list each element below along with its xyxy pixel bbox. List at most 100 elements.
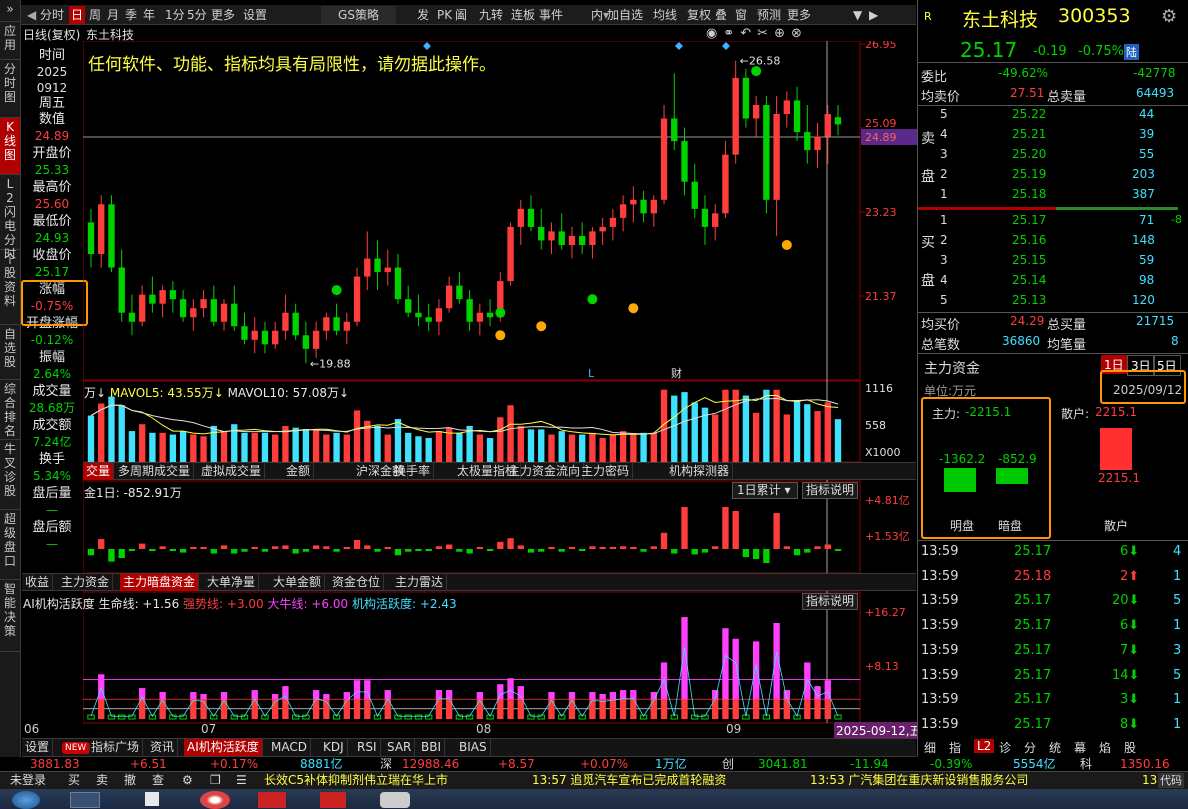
menu-icon[interactable]: ☰ xyxy=(236,772,247,789)
toolbar-item[interactable]: 5分 xyxy=(185,6,209,24)
indicator-tab[interactable]: 资讯 xyxy=(147,739,179,756)
indicator-tab[interactable]: 主力资金 xyxy=(58,574,114,591)
status-item[interactable]: 卖 xyxy=(96,772,108,789)
toolbar-item[interactable]: 叠 xyxy=(713,6,729,24)
scissors-icon[interactable]: ✂ xyxy=(757,26,774,41)
more-icon[interactable]: ▶ xyxy=(867,6,880,24)
right-panel-tab[interactable]: 统 xyxy=(1049,739,1061,756)
left-nav-item[interactable]: L2闪电分时 xyxy=(0,175,20,261)
indicator-tab[interactable]: 金额 xyxy=(283,463,315,480)
toolbar-item[interactable]: 窗 xyxy=(733,6,749,24)
indicator-tab[interactable]: 主力资金流向 xyxy=(505,463,585,480)
ask-price[interactable]: 25.22 xyxy=(1012,107,1046,121)
left-nav-item[interactable]: 综合排名 xyxy=(0,380,20,440)
indicator-tab[interactable]: 换手率 xyxy=(391,463,435,480)
toolbar-item[interactable]: 月 xyxy=(105,6,121,24)
right-panel-tab[interactable]: 焰 xyxy=(1099,739,1111,756)
left-nav-item[interactable]: » xyxy=(0,0,20,22)
toolbar-item[interactable]: 更多 xyxy=(209,6,237,24)
toolbar-item[interactable]: 连板 xyxy=(509,6,537,24)
bid-price[interactable]: 25.16 xyxy=(1012,233,1046,247)
indicator-tab[interactable]: SAR xyxy=(384,739,416,756)
toolbar-item[interactable]: PK xyxy=(435,6,454,24)
toolbar-item[interactable]: GS策略 xyxy=(321,6,396,24)
toolbar-item[interactable]: 发 xyxy=(415,6,431,24)
indicator-tab[interactable]: 机构探测器 xyxy=(666,463,734,480)
left-nav-item[interactable]: 智能决策 xyxy=(0,580,20,652)
left-nav-item[interactable]: K线图 xyxy=(0,118,20,175)
toolbar-item[interactable]: 阖 xyxy=(453,6,469,24)
indicator-tab[interactable]: 资金仓位 xyxy=(329,574,385,591)
right-panel-tab[interactable]: L2 xyxy=(974,739,995,753)
indicator-tab[interactable]: 设置 xyxy=(22,739,54,756)
indicator-tab[interactable]: 主力暗盘资金 xyxy=(120,574,200,591)
indicator-tab[interactable]: 主力雷达 xyxy=(392,574,448,591)
indicator-tab[interactable]: MACD xyxy=(268,739,311,756)
app3-icon[interactable] xyxy=(380,792,410,808)
toolbar-item[interactable]: 分时 xyxy=(38,6,66,24)
indicator-tab[interactable]: 多周期成交量 xyxy=(115,463,195,480)
toolbar-item[interactable]: 1分 xyxy=(163,6,187,24)
flow-help-button[interactable]: 指标说明 xyxy=(802,482,858,499)
left-nav-item[interactable]: 自选股 xyxy=(0,325,20,380)
settings-icon[interactable]: ⚙ xyxy=(182,772,193,789)
left-nav-item[interactable]: 超级盘口 xyxy=(0,510,20,580)
bid-price[interactable]: 25.15 xyxy=(1012,253,1046,267)
bid-price[interactable]: 25.17 xyxy=(1012,213,1046,227)
ask-price[interactable]: 25.20 xyxy=(1012,147,1046,161)
news-ticker[interactable]: 长效C5补体抑制剂伟立瑞在华上市 xyxy=(264,772,448,789)
right-panel-tab[interactable]: 细 xyxy=(924,739,936,756)
status-item[interactable]: 未登录 xyxy=(10,772,46,789)
indicator-tab[interactable]: RSI xyxy=(354,739,381,756)
code-button[interactable]: 代码 xyxy=(1158,773,1184,788)
toolbar-item[interactable]: 更多 xyxy=(785,6,813,24)
indicator-tab[interactable]: 大单金额 xyxy=(270,574,326,591)
bid-price[interactable]: 25.13 xyxy=(1012,293,1046,307)
toolbar-item[interactable]: 周 xyxy=(87,6,103,24)
indicator-tab[interactable]: NEW xyxy=(62,742,91,754)
app-icon[interactable] xyxy=(145,792,159,806)
prev-arrow-icon[interactable]: ◀ xyxy=(25,6,38,24)
dropdown-arrow-icon[interactable]: ▾ xyxy=(601,6,611,24)
ask-price[interactable]: 25.18 xyxy=(1012,187,1046,201)
ai-help-button[interactable]: 指标说明 xyxy=(802,593,858,610)
toolbar-item[interactable]: 事件 xyxy=(537,6,565,24)
gear-icon[interactable]: ⚙ xyxy=(1161,6,1177,27)
expand-icon[interactable]: ▼ xyxy=(851,6,864,24)
indicator-tab[interactable]: 主力密码 xyxy=(578,463,634,480)
indicator-tab[interactable]: 大单净量 xyxy=(204,574,260,591)
browser-icon[interactable] xyxy=(200,791,230,809)
left-nav-item[interactable]: 应用 xyxy=(0,22,20,60)
toolbar-item[interactable]: 设置 xyxy=(241,6,269,24)
right-panel-tab[interactable]: 诊 xyxy=(999,739,1011,756)
stock-app-icon[interactable] xyxy=(258,792,286,808)
right-panel-tab[interactable]: 幕 xyxy=(1074,739,1086,756)
status-item[interactable]: 买 xyxy=(68,772,80,789)
toolbar-item[interactable]: 复权 xyxy=(685,6,713,24)
indicator-tab[interactable]: 交量 xyxy=(83,463,115,480)
close-icon[interactable]: ⊗ xyxy=(791,26,808,41)
ask-price[interactable]: 25.21 xyxy=(1012,127,1046,141)
toolbar-item[interactable]: 均线 xyxy=(651,6,679,24)
toolbar-item[interactable]: 年 xyxy=(141,6,157,24)
undo-icon[interactable]: ↶ xyxy=(740,26,757,41)
explorer-icon[interactable] xyxy=(70,792,100,808)
toolbar-item[interactable]: 九转 xyxy=(477,6,505,24)
right-panel-tab[interactable]: 分 xyxy=(1024,739,1036,756)
toolbar-item[interactable]: 季 xyxy=(123,6,139,24)
app2-icon[interactable] xyxy=(320,792,346,808)
plus-icon[interactable]: ⊕ xyxy=(774,26,791,41)
news-ticker[interactable]: 13:57 追觅汽车宣布已完成首轮融资 xyxy=(532,772,726,789)
ask-price[interactable]: 25.19 xyxy=(1012,167,1046,181)
indicator-tab[interactable]: BBI xyxy=(418,739,446,756)
indicator-tab[interactable]: KDJ xyxy=(320,739,348,756)
left-nav-item[interactable]: 个股资料 xyxy=(0,250,20,325)
indicator-tab[interactable]: 收益 xyxy=(22,574,54,591)
eye-icon[interactable]: ◉ xyxy=(706,26,723,41)
indicator-tab[interactable]: AI机构活跃度 xyxy=(184,739,263,756)
status-item[interactable]: 撤 xyxy=(124,772,136,789)
indicator-tab[interactable]: 指标广场 xyxy=(88,739,144,756)
start-icon[interactable] xyxy=(12,791,40,809)
left-nav-item[interactable]: 牛叉诊股 xyxy=(0,440,20,510)
bid-price[interactable]: 25.14 xyxy=(1012,273,1046,287)
